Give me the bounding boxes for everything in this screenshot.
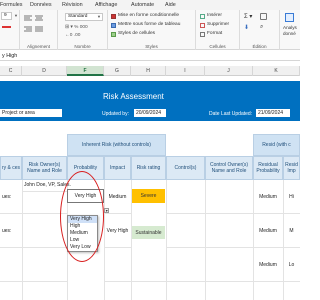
row2-residual-probability[interactable]: Medium	[253, 214, 283, 248]
chevron-down-icon[interactable]: ▼	[14, 13, 18, 18]
insert-button[interactable]: Insérer	[207, 13, 222, 18]
find-icon[interactable]: ⌕	[260, 24, 263, 31]
row3-residual-impact[interactable]: Lo	[283, 248, 300, 282]
row1-control-owner[interactable]	[205, 180, 253, 214]
inherent-risk-header: Inherent Risk (without controls)	[67, 134, 166, 156]
styles-group-label: Styles	[145, 44, 158, 49]
project-field[interactable]: Project or area	[0, 109, 62, 117]
row1-col-c[interactable]: ues:	[0, 180, 22, 214]
column-header-d[interactable]: D	[22, 66, 67, 76]
cells-group-label: Cellules	[209, 44, 226, 49]
row1-residual-impact[interactable]: Hi	[283, 180, 300, 214]
cells-group: Insérer Supprimer Format Cellules	[196, 10, 240, 50]
residual-risk-header: Resid (with c	[253, 134, 300, 156]
impact-header: Impact	[104, 156, 131, 180]
date-last-updated-field[interactable]: 21/09/2024	[256, 109, 290, 117]
menu-formules[interactable]: Formules	[0, 2, 22, 8]
dropdown-arrow-icon[interactable]: ▼	[104, 208, 109, 213]
autosum-icon[interactable]: Σ ▾	[244, 13, 252, 20]
analyse-group: Analys donné	[280, 10, 300, 50]
col-c-header: ry & ces	[0, 156, 22, 180]
editing-group-label: Édition	[252, 44, 267, 49]
row2-col-c[interactable]: ues:	[0, 214, 22, 248]
cell-styles-button[interactable]: Styles de cellules	[118, 31, 155, 36]
analyse-data-sub: donné	[283, 31, 296, 36]
updated-by-label: Updated by:	[102, 111, 129, 117]
formula-text[interactable]: y High	[2, 53, 17, 59]
column-header-c[interactable]: C	[0, 66, 22, 76]
row2-controls[interactable]	[166, 214, 205, 248]
row3-residual-probability[interactable]: Medium	[253, 248, 283, 282]
column-header-h[interactable]: H	[131, 66, 166, 76]
row2-control-owner[interactable]	[205, 214, 253, 248]
row3-risk-owner[interactable]	[22, 248, 67, 282]
conditional-format-button[interactable]: Mise en forme conditionnelle	[118, 13, 179, 18]
menu-automate[interactable]: Automate	[131, 2, 154, 8]
risk-rating-sustainable[interactable]: Sustainable	[132, 226, 165, 239]
row3-control-owner[interactable]	[205, 248, 253, 282]
styles-group: Mise en forme conditionnelle Mettre sous…	[108, 10, 196, 50]
risk-rating-severe[interactable]: Severe	[132, 189, 165, 203]
column-header-f[interactable]: F	[67, 66, 104, 76]
row2-residual-impact[interactable]: M	[283, 214, 300, 248]
fill-icon[interactable]: ⬇	[244, 24, 249, 31]
header-banner: Risk Assessment Project or area Updated …	[0, 81, 300, 121]
control-owner-header: Control Owner(s) Name and Role	[205, 156, 253, 180]
column-header-k[interactable]: K	[253, 66, 300, 76]
editing-group: Σ ▾ ⬇ ⌕ Édition	[240, 10, 280, 50]
currency-format-icon[interactable]: ⊞ ▾ % 000	[65, 25, 88, 30]
delete-button[interactable]: Supprimer	[207, 22, 229, 27]
cell-styles-icon	[111, 32, 116, 37]
number-group-label: Nombre	[74, 44, 91, 49]
row3-col-c[interactable]	[0, 248, 22, 282]
decimal-icons[interactable]: ←0 .00	[65, 33, 80, 38]
format-as-table-button[interactable]: Mettre sous forme de tableau	[118, 22, 180, 27]
menu-bar: Formules Données Révision Affichage Auto…	[0, 0, 300, 10]
risk-owner-header: Risk Owner(s) Name and Role	[22, 156, 67, 180]
updated-by-field[interactable]: 20/09/2024	[134, 109, 166, 117]
format-button[interactable]: Format	[207, 31, 222, 36]
format-table-icon	[111, 23, 116, 28]
delete-icon	[200, 23, 205, 28]
font-size-combo[interactable]: 9	[1, 12, 12, 20]
row3-risk-rating[interactable]	[131, 248, 166, 282]
worksheet[interactable]: Risk Assessment Project or area Updated …	[0, 77, 300, 300]
residual-impact-header: Resid Imp	[283, 156, 300, 180]
row2-impact[interactable]: Very High	[104, 214, 131, 248]
font-group: 9 ▼	[0, 10, 20, 50]
menu-aide[interactable]: Aide	[165, 2, 176, 8]
menu-revision[interactable]: Révision	[62, 2, 83, 8]
number-group: Standard ▼ ⊞ ▾ % 000 ←0 .00 Nombre	[58, 10, 108, 50]
analyse-data-button[interactable]: Analys	[283, 25, 297, 30]
format-icon	[200, 32, 205, 37]
row3-controls[interactable]	[166, 248, 205, 282]
menu-affichage[interactable]: Affichage	[95, 2, 117, 8]
column-header-row: C D E F G H I J K	[0, 66, 300, 76]
align-icons[interactable]	[24, 14, 52, 34]
column-header-i[interactable]: I	[166, 66, 205, 76]
residual-probability-header: Residual Probability	[253, 156, 283, 180]
controls-header: Control(s)	[166, 156, 205, 180]
sort-filter-icon[interactable]	[260, 13, 267, 20]
alignment-group-label: Alignement	[27, 44, 50, 49]
ribbon: 9 ▼ Alignement Standard ▼ ⊞ ▾ % 000 ←0 .…	[0, 10, 300, 50]
row1-residual-probability[interactable]: Medium	[253, 180, 283, 214]
analyse-data-icon[interactable]	[285, 13, 294, 22]
insert-icon	[200, 14, 205, 19]
date-last-updated-label: Date Last Updated:	[209, 111, 253, 117]
menu-donnees[interactable]: Données	[30, 2, 52, 8]
alignment-group: Alignement	[20, 10, 58, 50]
column-header-j[interactable]: J	[205, 66, 253, 76]
font-color-icon[interactable]	[2, 26, 11, 28]
highlight-circle	[60, 171, 104, 262]
formula-bar[interactable]: y High	[0, 51, 300, 61]
row1-risk-owner[interactable]: John Doe, VP, Sales.	[22, 180, 71, 192]
page-title: Risk Assessment	[103, 92, 164, 101]
column-header-g[interactable]: G	[104, 66, 131, 76]
conditional-format-icon	[111, 14, 116, 19]
row1-controls[interactable]	[166, 180, 205, 214]
chevron-down-icon[interactable]: ▼	[97, 14, 101, 19]
risk-rating-header: Risk rating	[131, 156, 166, 180]
row3-impact[interactable]	[104, 248, 131, 282]
